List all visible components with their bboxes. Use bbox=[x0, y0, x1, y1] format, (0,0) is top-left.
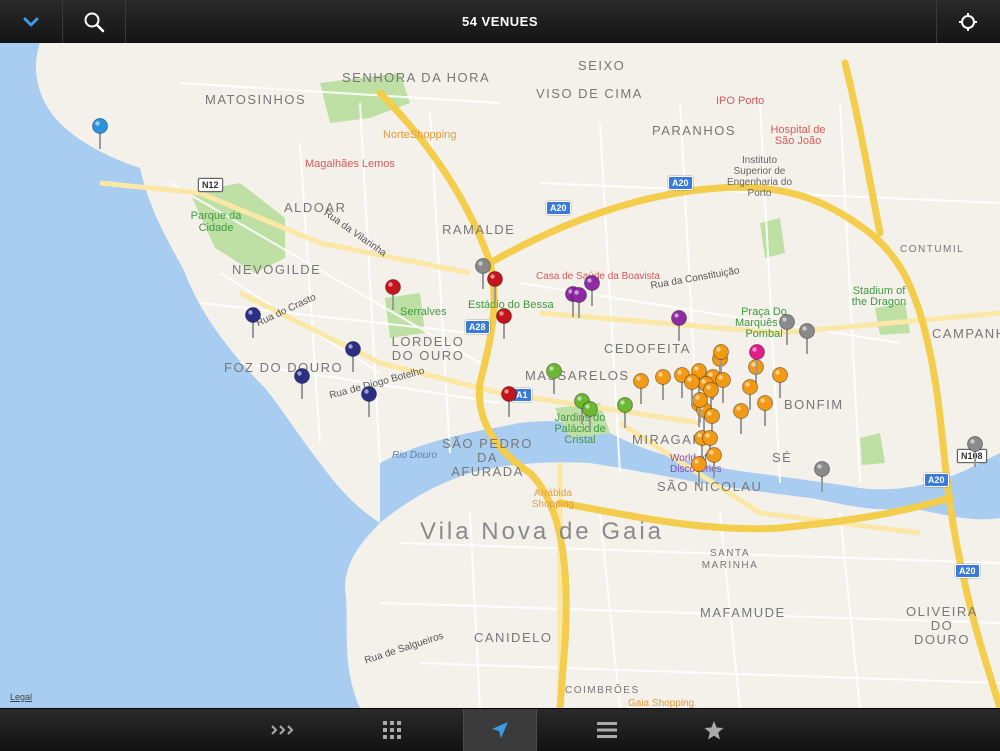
area-label: CANIDELO bbox=[474, 630, 553, 645]
poi-label: Magalhães Lemos bbox=[305, 158, 395, 170]
area-label: FOZ DO DOURO bbox=[224, 360, 344, 375]
search-icon bbox=[84, 12, 105, 32]
area-label: NEVOGILDE bbox=[232, 262, 322, 277]
locate-me-button[interactable] bbox=[936, 0, 999, 43]
tab-grid[interactable] bbox=[356, 709, 428, 751]
collapse-button[interactable] bbox=[0, 0, 63, 43]
map-view[interactable]: SENHORA DA HORA SEIXO MATOSINHOS VISO DE… bbox=[0, 43, 1000, 708]
tab-map[interactable] bbox=[463, 709, 537, 751]
area-label: SÃO NICOLAU bbox=[657, 479, 763, 494]
road-shield: A20 bbox=[955, 564, 980, 578]
tab-list[interactable] bbox=[571, 709, 643, 751]
poi-label: Hospital de São João bbox=[770, 124, 826, 147]
area-label: MATOSINHOS bbox=[205, 92, 307, 107]
forward-icon bbox=[271, 725, 294, 735]
area-label: CEDOFEITA bbox=[604, 341, 691, 356]
area-label: CONTUMIL bbox=[900, 244, 965, 255]
area-label: CAMPANHÃ bbox=[932, 326, 1000, 341]
poi-label: Stadium of the Dragon bbox=[851, 285, 907, 308]
page-title: 54 VENUES bbox=[461, 14, 539, 29]
poi-label: Serralves bbox=[400, 306, 447, 318]
search-button[interactable] bbox=[63, 0, 126, 43]
road-shield: A20 bbox=[924, 473, 949, 487]
area-label: SÃO PEDRO DA AFURADA bbox=[442, 436, 533, 479]
road-shield: A20 bbox=[546, 201, 571, 215]
area-label: SENHORA DA HORA bbox=[342, 70, 491, 85]
location-arrow-icon bbox=[492, 722, 508, 738]
area-label: BONFIM bbox=[784, 397, 844, 412]
poi-label: NorteShopping bbox=[383, 129, 457, 141]
area-label: PARANHOS bbox=[652, 123, 736, 138]
road-shield: A28 bbox=[465, 320, 490, 334]
road-label: Rio Douro bbox=[392, 450, 438, 461]
tab-bar bbox=[0, 708, 1000, 751]
list-icon bbox=[597, 722, 617, 738]
area-label: ALDOAR bbox=[284, 200, 347, 215]
area-label: COIMBRÕES bbox=[565, 685, 640, 696]
map-canvas bbox=[0, 43, 1000, 708]
poi-label: Gaia Shopping bbox=[628, 698, 695, 708]
star-icon bbox=[704, 720, 724, 739]
grid-icon bbox=[383, 721, 401, 739]
area-label: LORDELO DO OURO bbox=[391, 334, 465, 363]
area-label: SÉ bbox=[772, 450, 793, 465]
area-label: MASSARELOS bbox=[525, 368, 630, 383]
area-label: RAMALDE bbox=[442, 222, 516, 237]
poi-label: Instituto Superior de Engenharia do Port… bbox=[726, 155, 793, 199]
area-label: SEIXO bbox=[578, 58, 626, 73]
crosshair-icon bbox=[959, 12, 977, 31]
poi-label: IPO Porto bbox=[716, 95, 765, 107]
area-label: MAFAMUDE bbox=[700, 605, 786, 620]
road-shield: A20 bbox=[668, 176, 693, 190]
road-shield: N12 bbox=[198, 178, 223, 192]
area-label: OLIVEIRA DO DOURO bbox=[906, 604, 978, 647]
poi-label: Arrábida Shopping bbox=[531, 488, 575, 510]
tab-forward[interactable] bbox=[248, 709, 320, 751]
top-bar: 54 VENUES bbox=[0, 0, 1000, 44]
legal-link[interactable]: Legal bbox=[10, 692, 32, 702]
area-label: VISO DE CIMA bbox=[536, 86, 643, 101]
chevron-down-icon bbox=[23, 17, 39, 26]
tab-favorites[interactable] bbox=[678, 709, 750, 751]
area-label: SANTA MARINHA bbox=[701, 548, 759, 571]
city-label: Vila Nova de Gaia bbox=[420, 518, 665, 545]
poi-label: Parque da Cidade bbox=[190, 210, 242, 234]
